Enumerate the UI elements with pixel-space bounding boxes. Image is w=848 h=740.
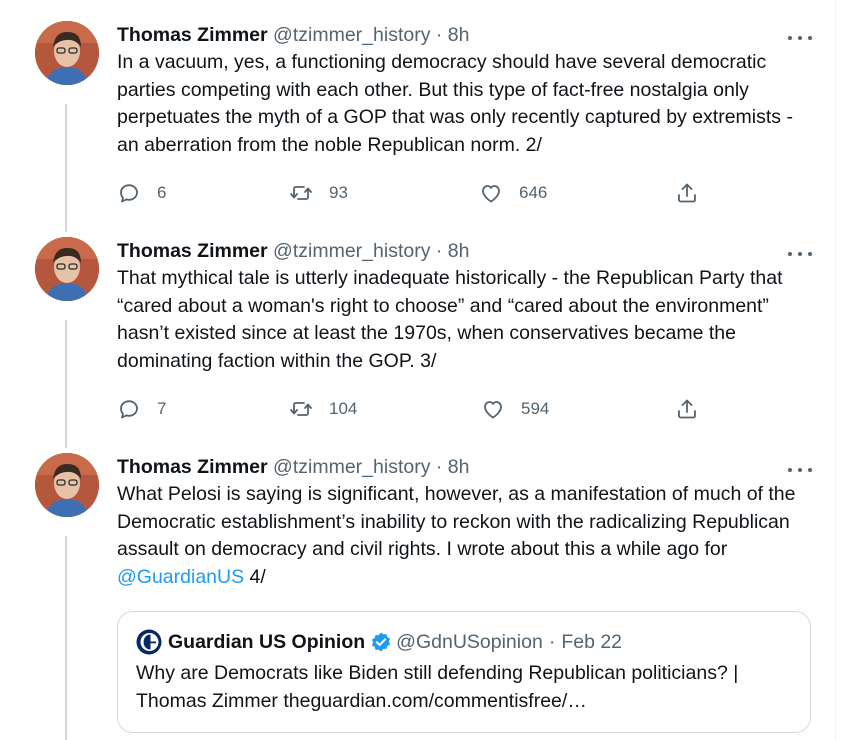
tweet-text-part: What Pelosi is saying is significant, ho… (117, 483, 801, 560)
like-count: 594 (521, 399, 550, 418)
reply-icon (120, 400, 138, 419)
author-name[interactable]: Thomas Zimmer (117, 456, 268, 478)
author-handle[interactable]: @tzimmer_history (273, 24, 430, 46)
reply-button[interactable]: 7 (117, 396, 166, 422)
tweet-header: Thomas Zimmer @tzimmer_history · 8h (117, 236, 470, 266)
like-icon (484, 401, 502, 419)
timestamp[interactable]: 8h (448, 24, 470, 46)
more-icon[interactable] (788, 30, 812, 46)
separator: · (435, 24, 443, 46)
quoted-date[interactable]: Feb 22 (561, 628, 622, 656)
retweet-count: 93 (329, 183, 348, 202)
verified-badge-icon (372, 632, 391, 652)
author-name[interactable]: Thomas Zimmer (117, 240, 268, 262)
share-icon (678, 399, 696, 419)
tweet-header: Thomas Zimmer @tzimmer_history · 8h (117, 20, 470, 50)
reply-count: 6 (157, 183, 167, 202)
retweet-icon (290, 402, 312, 416)
tweet-actions: 6 93 646 (117, 180, 717, 206)
tweet-text: That mythical tale is utterly inadequate… (117, 267, 788, 372)
separator: · (435, 456, 443, 478)
guardian-logo-icon (136, 629, 162, 655)
more-icon[interactable] (788, 246, 812, 262)
tweet-actions: 7 104 594 (117, 396, 717, 422)
author-handle[interactable]: @tzimmer_history (273, 456, 430, 478)
avatar[interactable] (35, 21, 99, 85)
timestamp[interactable]: 8h (448, 456, 470, 478)
timeline-thread: Thomas Zimmer @tzimmer_history · 8h In a… (0, 0, 836, 740)
avatar[interactable] (35, 453, 99, 517)
tweet[interactable]: Thomas Zimmer @tzimmer_history · 8h In a… (0, 20, 836, 220)
separator: · (548, 631, 556, 653)
quoted-author-name[interactable]: Guardian US Opinion (168, 628, 365, 656)
like-icon (482, 185, 500, 203)
retweet-count: 104 (329, 399, 358, 418)
like-button[interactable]: 594 (481, 396, 549, 422)
share-button[interactable] (675, 396, 699, 422)
quoted-tweet-header: Guardian US Opinion @GdnUSopinion · Feb … (136, 628, 622, 656)
tweet[interactable]: Thomas Zimmer @tzimmer_history · 8h That… (0, 236, 836, 436)
author-handle[interactable]: @tzimmer_history (273, 240, 430, 262)
quoted-tweet-text: Why are Democrats like Biden still defen… (136, 662, 739, 712)
separator: · (435, 240, 443, 262)
retweet-button[interactable]: 104 (289, 396, 357, 422)
reply-count: 7 (157, 399, 167, 418)
quoted-author-handle[interactable]: @GdnUSopinion (396, 628, 543, 656)
quoted-tweet-card[interactable]: Guardian US Opinion @GdnUSopinion · Feb … (117, 611, 811, 733)
like-button[interactable]: 646 (479, 180, 547, 206)
retweet-button[interactable]: 93 (289, 180, 348, 206)
tweet-header: Thomas Zimmer @tzimmer_history · 8h (117, 452, 470, 482)
tweet-text: What Pelosi is saying is significant, ho… (117, 481, 817, 591)
share-icon (678, 183, 696, 203)
reply-icon (120, 184, 138, 203)
avatar[interactable] (35, 237, 99, 301)
share-button[interactable] (675, 180, 699, 206)
tweet-text-part: 4/ (244, 565, 266, 588)
like-count: 646 (519, 183, 548, 202)
tweet-text: In a vacuum, yes, a functioning democrac… (117, 51, 799, 156)
author-name[interactable]: Thomas Zimmer (117, 24, 268, 46)
reply-button[interactable]: 6 (117, 180, 166, 206)
mention-link[interactable]: @GuardianUS (117, 566, 244, 588)
retweet-icon (290, 186, 312, 200)
timestamp[interactable]: 8h (448, 240, 470, 262)
more-icon[interactable] (788, 462, 812, 478)
